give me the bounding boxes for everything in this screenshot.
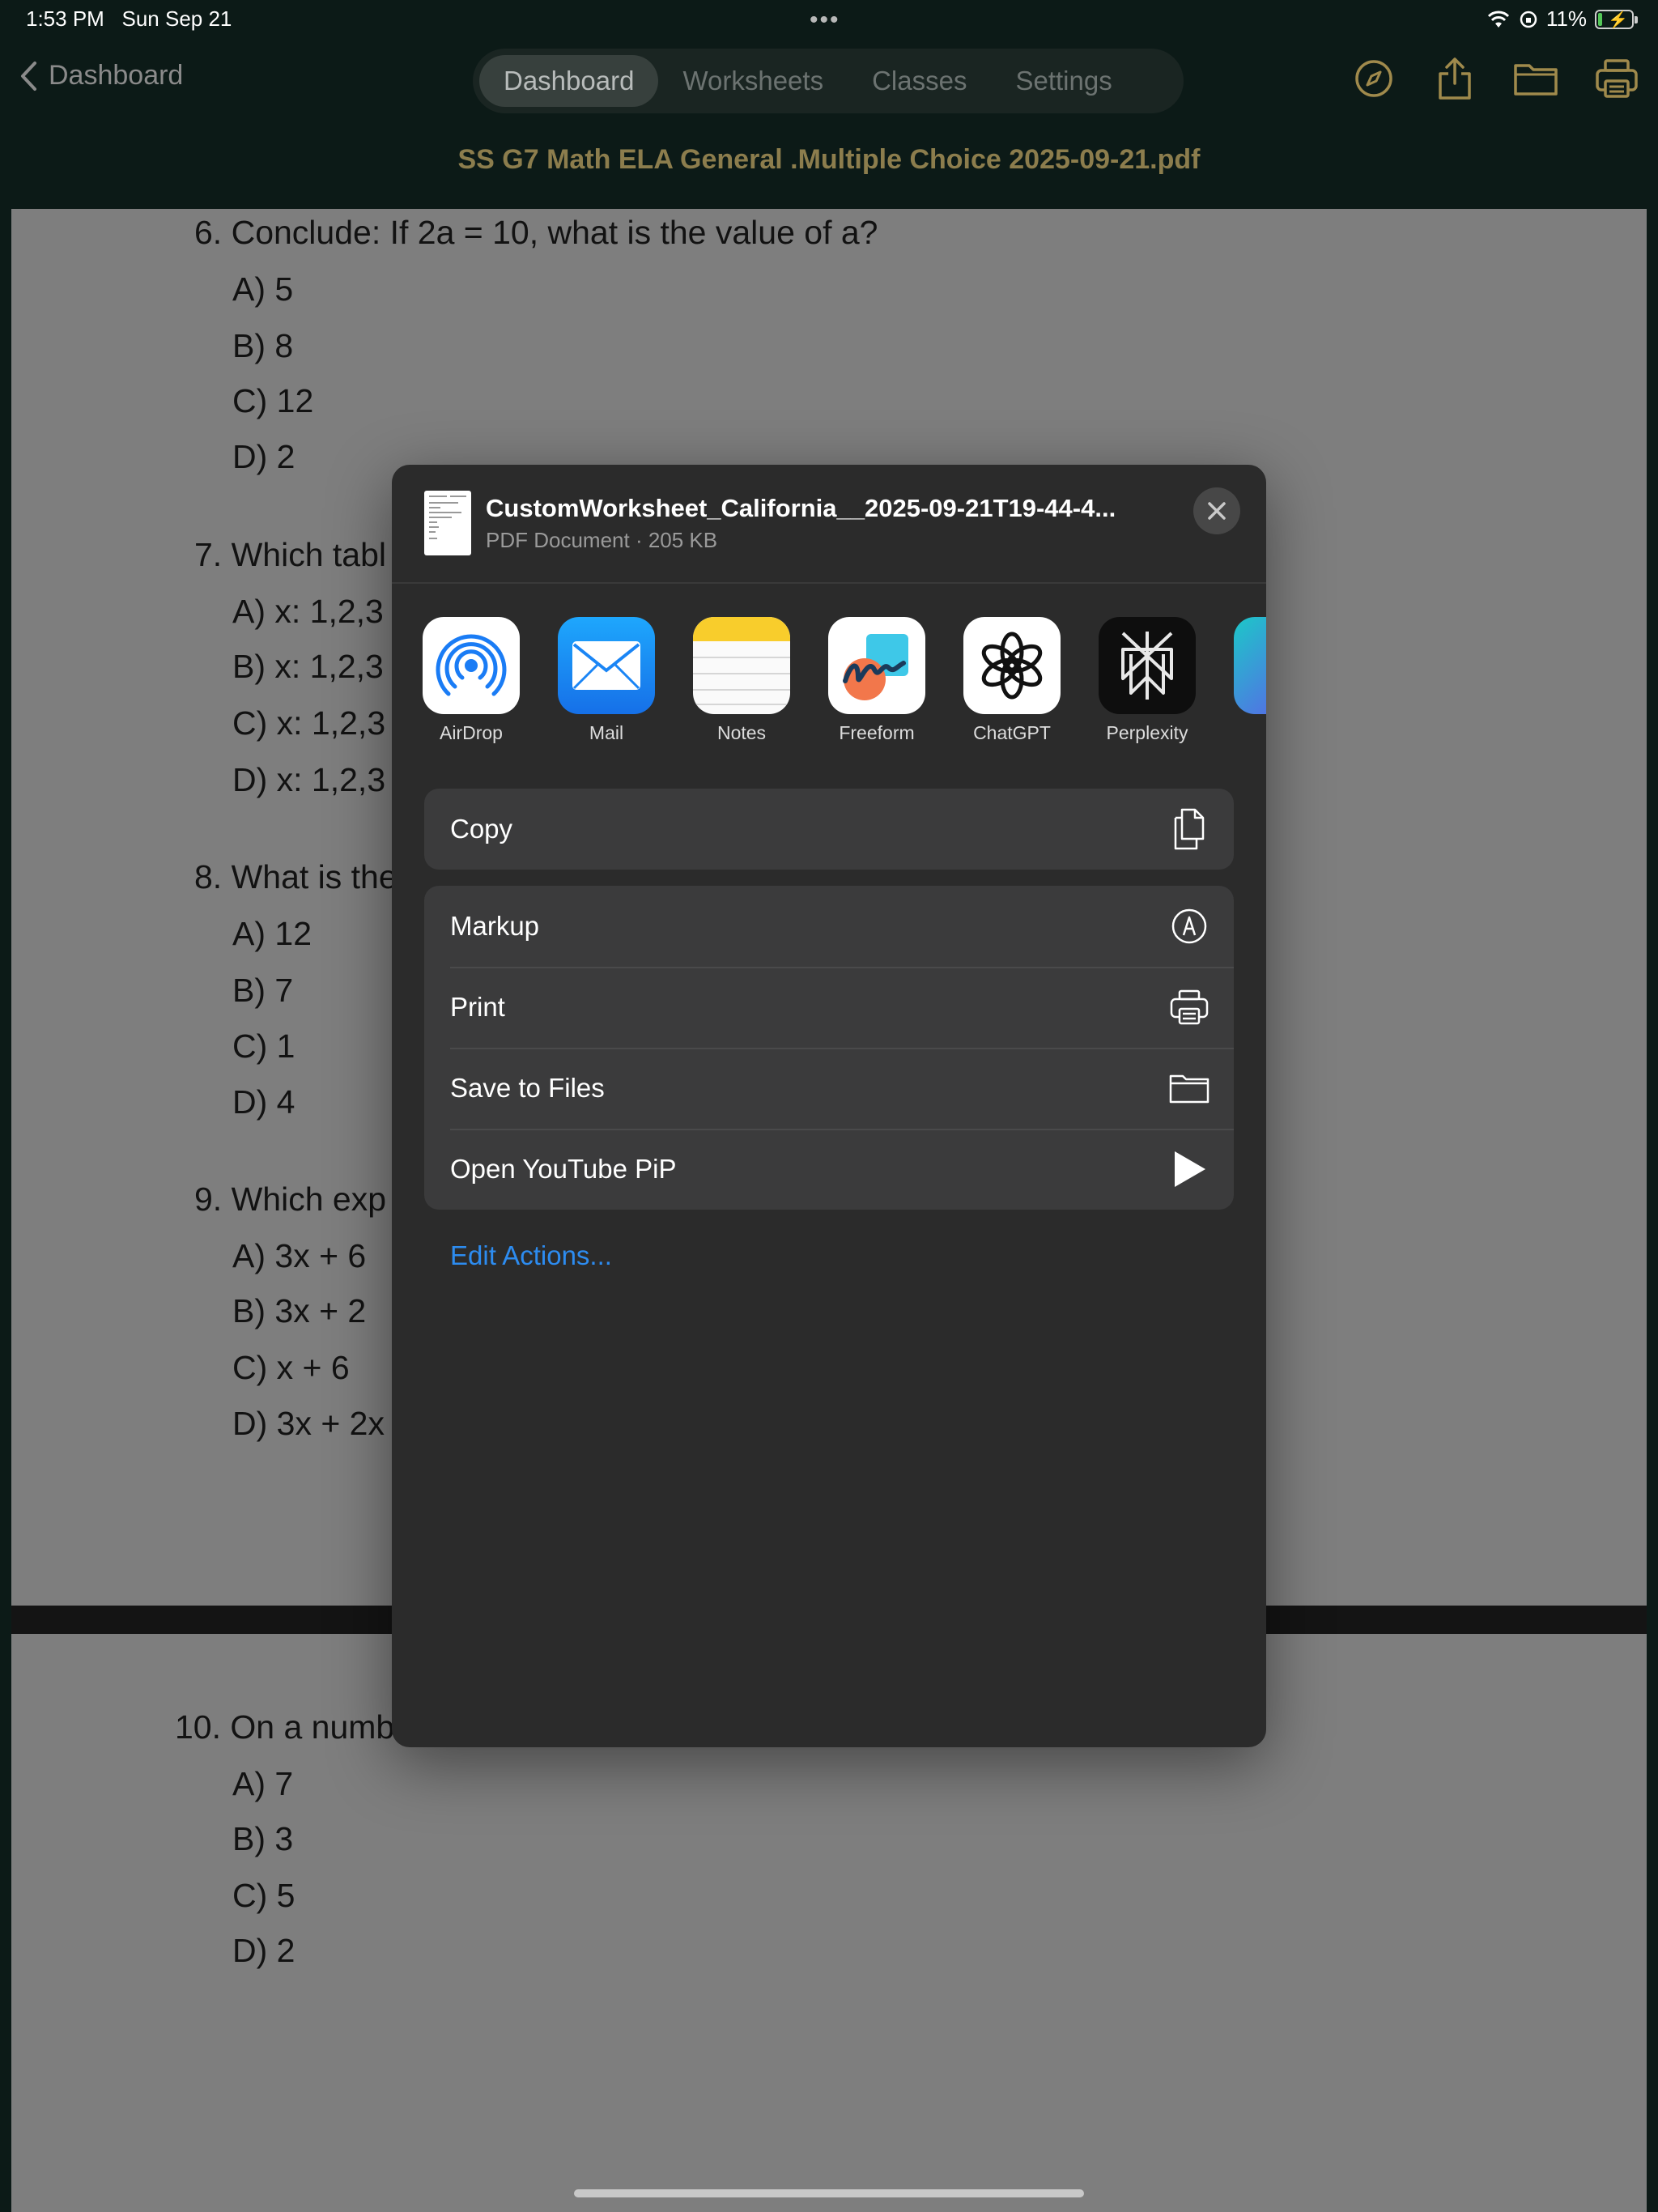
share-app-freeform[interactable]: Freeform: [828, 617, 925, 744]
edit-actions-link[interactable]: Edit Actions...: [450, 1240, 612, 1271]
status-time: 1:53 PM Sun Sep 21: [26, 6, 232, 32]
question-10: 10. On a numb: [175, 1708, 395, 1746]
status-time-text: 1:53 PM: [26, 6, 104, 31]
share-app-label: Perplexity: [1106, 722, 1188, 743]
print-label: Print: [450, 992, 505, 1022]
share-app-notes[interactable]: Notes: [693, 617, 790, 744]
share-app-label: AirDrop: [440, 722, 503, 743]
answer-option: D) 3x + 2x: [232, 1405, 385, 1442]
markup-icon: [1169, 906, 1209, 946]
share-sheet: CustomWorksheet_California__2025-09-21T1…: [392, 465, 1266, 1747]
answer-option: A) 5: [232, 270, 294, 308]
wifi-icon: [1487, 11, 1509, 28]
question-6: 6. Conclude: If 2a = 10, what is the val…: [194, 214, 878, 251]
markup-action[interactable]: Markup: [424, 886, 1234, 967]
answer-option: B) 3: [232, 1820, 294, 1857]
answer-option: A) x: 1,2,3: [232, 593, 384, 630]
back-label: Dashboard: [49, 60, 184, 91]
status-bar: 1:53 PM Sun Sep 21 ••• 11% ⚡: [0, 0, 1658, 39]
copy-label: Copy: [450, 814, 513, 844]
question-9: 9. Which exp: [194, 1180, 386, 1218]
close-button[interactable]: [1193, 487, 1240, 534]
answer-option: C) 5: [232, 1877, 295, 1914]
printer-icon: [1169, 987, 1209, 1027]
save-to-files-action[interactable]: Save to Files: [424, 1048, 1234, 1129]
airdrop-icon: [423, 617, 520, 714]
share-icon[interactable]: [1431, 55, 1478, 102]
question-8: 8. What is the: [194, 858, 397, 895]
answer-option: D) 2: [232, 1932, 295, 1969]
share-file-meta: PDF Document · 205 KB: [486, 528, 718, 552]
home-indicator[interactable]: [574, 2189, 1084, 2197]
share-app-airdrop[interactable]: AirDrop: [423, 617, 520, 744]
share-app-chatgpt[interactable]: ChatGPT: [963, 617, 1061, 744]
share-sheet-header: CustomWorksheet_California__2025-09-21T1…: [392, 465, 1266, 584]
print-icon[interactable]: [1593, 55, 1640, 102]
share-app-label: Freeform: [839, 722, 915, 743]
document-filename: SS G7 Math ELA General .Multiple Choice …: [457, 144, 1201, 175]
answer-option: A) 12: [232, 915, 312, 952]
answer-option: D) x: 1,2,3: [232, 761, 386, 798]
perplexity-icon: [1099, 617, 1196, 714]
share-file-title: CustomWorksheet_California__2025-09-21T1…: [486, 494, 1116, 522]
answer-option: D) 2: [232, 438, 295, 475]
toolbar-icons: [1350, 55, 1640, 102]
play-icon: [1169, 1149, 1209, 1189]
status-date: Sun Sep 21: [121, 6, 232, 31]
tab-dashboard[interactable]: Dashboard: [479, 55, 659, 107]
copy-icon: [1169, 808, 1209, 850]
answer-option: B) 3x + 2: [232, 1292, 367, 1329]
document-thumbnail: [424, 491, 471, 555]
battery-percent: 11%: [1545, 6, 1587, 31]
orientation-lock-icon: [1520, 11, 1537, 28]
answer-option: B) x: 1,2,3: [232, 648, 384, 685]
print-action[interactable]: Print: [424, 967, 1234, 1048]
answer-option: C) 12: [232, 382, 314, 419]
close-icon: [1208, 502, 1226, 520]
share-app-canva[interactable]: Ca C: [1234, 617, 1266, 744]
navigation-bar: Dashboard Dashboard Worksheets Classes S…: [0, 39, 1658, 175]
status-right: 11% ⚡: [1486, 6, 1638, 32]
back-button[interactable]: Dashboard: [19, 60, 183, 91]
compass-icon[interactable]: [1350, 55, 1397, 102]
answer-option: C) 1: [232, 1027, 295, 1065]
save-to-files-label: Save to Files: [450, 1073, 605, 1103]
share-app-label: ChatGPT: [973, 722, 1051, 743]
battery-icon: ⚡: [1595, 9, 1638, 29]
youtube-pip-action[interactable]: Open YouTube PiP: [424, 1129, 1234, 1210]
answer-option: A) 7: [232, 1765, 294, 1802]
chevron-left-icon: [21, 61, 36, 91]
folder-icon[interactable]: [1512, 55, 1559, 102]
canva-icon: Ca: [1234, 617, 1266, 714]
question-7: 7. Which tabl: [194, 536, 386, 573]
segmented-tabs: Dashboard Worksheets Classes Settings: [473, 49, 1184, 113]
answer-option: C) x + 6: [232, 1349, 350, 1386]
answer-option: D) 4: [232, 1083, 295, 1121]
share-apps-row: AirDrop Mail Notes Freeform ChatGPT Perp…: [423, 617, 1266, 744]
answer-option: A) 3x + 6: [232, 1237, 367, 1274]
tab-worksheets[interactable]: Worksheets: [658, 55, 848, 107]
copy-group: Copy: [424, 789, 1234, 870]
freeform-icon: [828, 617, 925, 714]
folder-icon: [1169, 1068, 1209, 1108]
tab-classes[interactable]: Classes: [848, 55, 991, 107]
youtube-pip-label: Open YouTube PiP: [450, 1154, 677, 1184]
tab-settings[interactable]: Settings: [991, 55, 1136, 107]
share-app-perplexity[interactable]: Perplexity: [1099, 617, 1196, 744]
share-app-label: C: [1234, 722, 1266, 744]
share-app-label: Mail: [589, 722, 624, 743]
answer-option: B) 7: [232, 972, 294, 1009]
notes-icon: [693, 617, 790, 714]
mail-icon: [558, 617, 655, 714]
chatgpt-icon: [963, 617, 1061, 714]
copy-action[interactable]: Copy: [424, 789, 1234, 870]
multitasking-dots-icon[interactable]: •••: [810, 6, 840, 34]
actions-group: Markup Print Save to Files Open YouTube …: [424, 886, 1234, 1210]
answer-option: B) 8: [232, 327, 294, 364]
share-app-label: Notes: [716, 722, 767, 743]
answer-option: C) x: 1,2,3: [232, 704, 386, 742]
markup-label: Markup: [450, 911, 540, 941]
share-app-mail[interactable]: Mail: [558, 617, 655, 744]
